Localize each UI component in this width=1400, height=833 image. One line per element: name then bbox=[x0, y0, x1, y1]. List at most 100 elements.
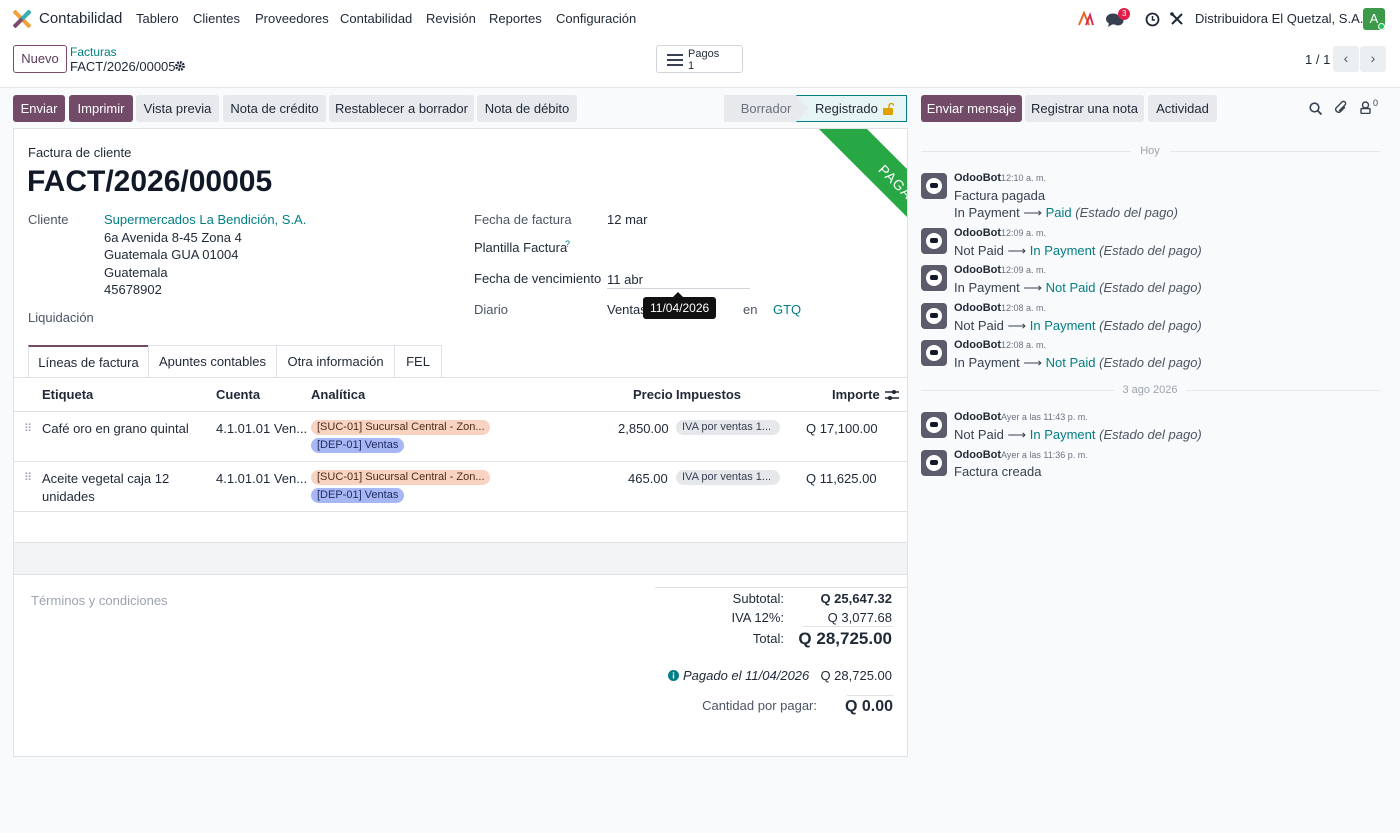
line-price[interactable]: 465.00 bbox=[628, 471, 668, 486]
menu-clientes[interactable]: Clientes bbox=[193, 11, 240, 26]
col-account-header[interactable]: Cuenta bbox=[216, 387, 260, 402]
journal-field[interactable]: Ventas bbox=[607, 302, 647, 317]
line-account[interactable]: 4.1.01.01 Ven... bbox=[216, 421, 307, 436]
new-value: In Payment bbox=[1029, 427, 1096, 442]
info-icon[interactable] bbox=[668, 670, 679, 681]
line-account[interactable]: 4.1.01.01 Ven... bbox=[216, 471, 307, 486]
tab-fel[interactable]: FEL bbox=[394, 345, 442, 378]
drag-handle-icon[interactable]: ⠿ bbox=[24, 471, 32, 484]
app-name[interactable]: Contabilidad bbox=[39, 10, 122, 27]
accounting-app-icon[interactable] bbox=[13, 10, 31, 28]
top-navbar: Contabilidad Tablero Clientes Proveedore… bbox=[0, 0, 1400, 38]
credit-note-button[interactable]: Nota de crédito bbox=[223, 95, 326, 122]
odoobot-avatar[interactable] bbox=[921, 173, 947, 199]
col-amount-header[interactable]: Importe bbox=[832, 387, 880, 402]
due-date-tooltip: 11/04/2026 bbox=[643, 292, 717, 319]
col-analytic-header[interactable]: Analítica bbox=[311, 387, 365, 402]
due-date-underline bbox=[607, 288, 750, 289]
odoobot-avatar[interactable] bbox=[921, 412, 947, 438]
menu-reportes[interactable]: Reportes bbox=[489, 11, 542, 26]
activity-button[interactable]: Actividad bbox=[1148, 95, 1217, 122]
arrow-right-icon: ⟶ bbox=[1023, 280, 1046, 295]
odoobot-avatar[interactable] bbox=[921, 228, 947, 254]
odoobot-avatar[interactable] bbox=[921, 340, 947, 366]
table-row[interactable]: ⠿ Café oro en grano quintal 4.1.01.01 Ve… bbox=[14, 412, 907, 461]
activity-clock-icon[interactable] bbox=[1145, 12, 1160, 27]
line-label[interactable]: Café oro en grano quintal bbox=[42, 421, 189, 436]
message-author[interactable]: OdooBot bbox=[954, 227, 1001, 239]
status-posted[interactable]: Registrado bbox=[796, 95, 907, 122]
customer-label: Cliente bbox=[28, 212, 69, 227]
due-date-field[interactable]: 11 abr bbox=[607, 272, 643, 287]
odoobot-avatar[interactable] bbox=[921, 303, 947, 329]
tracking-field: (Estado del pago) bbox=[1075, 205, 1178, 220]
search-icon[interactable] bbox=[1309, 102, 1322, 115]
analytic-tag[interactable]: [SUC-01] Sucursal Central - Zon... bbox=[311, 470, 490, 485]
row-divider bbox=[14, 574, 907, 575]
followers-icon[interactable] bbox=[1360, 101, 1371, 114]
pager-previous-button[interactable]: ‹ bbox=[1333, 46, 1359, 72]
tab-other-info[interactable]: Otra información bbox=[276, 345, 395, 378]
empty-row[interactable] bbox=[14, 512, 907, 542]
invoice-date-field[interactable]: 12 mar bbox=[607, 212, 647, 227]
line-amount: Q 11,625.00 bbox=[806, 471, 877, 486]
reset-to-draft-button[interactable]: Restablecer a borrador bbox=[329, 95, 474, 122]
log-note-button[interactable]: Registrar una nota bbox=[1025, 95, 1144, 122]
debit-note-button[interactable]: Nota de débito bbox=[477, 95, 577, 122]
new-button[interactable]: Nuevo bbox=[13, 45, 67, 73]
analytic-tag[interactable]: [DEP-01] Ventas bbox=[311, 488, 405, 503]
line-label[interactable]: Aceite vegetal caja 12 unidades bbox=[42, 470, 192, 506]
followers-count: 0 bbox=[1373, 98, 1379, 108]
tab-journal-items[interactable]: Apuntes contables bbox=[148, 345, 277, 378]
optional-columns-icon[interactable] bbox=[885, 389, 899, 401]
col-price-header[interactable]: Precio bbox=[633, 387, 673, 402]
currency-field[interactable]: GTQ bbox=[773, 302, 801, 317]
paperclip-icon[interactable] bbox=[1334, 100, 1348, 115]
odoobot-avatar[interactable] bbox=[921, 265, 947, 291]
debug-tools-icon[interactable] bbox=[1170, 12, 1184, 26]
send-button[interactable]: Enviar bbox=[13, 95, 65, 122]
tab-invoice-lines[interactable]: Líneas de factura bbox=[28, 345, 149, 378]
message-author[interactable]: OdooBot bbox=[954, 172, 1001, 184]
tracking-field: (Estado del pago) bbox=[1099, 243, 1202, 258]
drag-handle-icon[interactable]: ⠿ bbox=[24, 422, 32, 435]
menu-configuracion[interactable]: Configuración bbox=[556, 11, 636, 26]
tax-tag[interactable]: IVA por ventas 1... bbox=[676, 470, 780, 485]
breadcrumb-facturas[interactable]: Facturas bbox=[70, 45, 117, 59]
table-row[interactable]: ⠿ Aceite vegetal caja 12 unidades 4.1.01… bbox=[14, 462, 907, 511]
analytic-tag[interactable]: [SUC-01] Sucursal Central - Zon... bbox=[311, 420, 490, 435]
company-switcher[interactable]: Distribuidora El Quetzal, S.A. bbox=[1195, 11, 1363, 26]
menu-proveedores[interactable]: Proveedores bbox=[255, 11, 329, 26]
message-author[interactable]: OdooBot bbox=[954, 302, 1001, 314]
payments-smart-button[interactable]: Pagos 1 bbox=[656, 45, 743, 73]
old-value: Not Paid bbox=[954, 318, 1004, 333]
send-message-button[interactable]: Enviar mensaje bbox=[921, 95, 1022, 122]
message-author[interactable]: OdooBot bbox=[954, 449, 1001, 461]
message-author[interactable]: OdooBot bbox=[954, 264, 1001, 276]
line-price[interactable]: 2,850.00 bbox=[618, 421, 669, 436]
ai-assistant-icon[interactable] bbox=[1078, 11, 1094, 27]
analytic-tag[interactable]: [DEP-01] Ventas bbox=[311, 438, 405, 453]
paid-ribbon: PAGADO bbox=[814, 129, 907, 280]
terms-field[interactable]: Términos y condiciones bbox=[31, 593, 168, 608]
gear-icon[interactable] bbox=[174, 60, 186, 72]
status-draft[interactable]: Borrador bbox=[724, 95, 808, 122]
col-taxes-header[interactable]: Impuestos bbox=[676, 387, 741, 402]
preview-button[interactable]: Vista previa bbox=[136, 95, 219, 122]
odoobot-avatar[interactable] bbox=[921, 450, 947, 476]
tracking-value: Not Paid ⟶ In Payment (Estado del pago) bbox=[954, 427, 1202, 443]
pager-value[interactable]: 1 / 1 bbox=[1305, 52, 1330, 67]
help-icon[interactable]: ? bbox=[565, 239, 570, 249]
message-author[interactable]: OdooBot bbox=[954, 339, 1001, 351]
tax-tag[interactable]: IVA por ventas 1... bbox=[676, 420, 780, 435]
date-separator-line bbox=[1186, 390, 1380, 391]
col-label-header[interactable]: Etiqueta bbox=[42, 387, 93, 402]
menu-revision[interactable]: Revisión bbox=[426, 11, 476, 26]
print-button[interactable]: Imprimir bbox=[69, 95, 133, 122]
message-author[interactable]: OdooBot bbox=[954, 411, 1001, 423]
menu-tablero[interactable]: Tablero bbox=[136, 11, 179, 26]
pager-next-button[interactable]: › bbox=[1360, 46, 1386, 72]
customer-link[interactable]: Supermercados La Bendición, S.A. bbox=[104, 212, 306, 227]
menu-contabilidad[interactable]: Contabilidad bbox=[340, 11, 412, 26]
control-panel: Nuevo Facturas FACT/2026/00005 Pagos 1 1… bbox=[0, 38, 1400, 88]
